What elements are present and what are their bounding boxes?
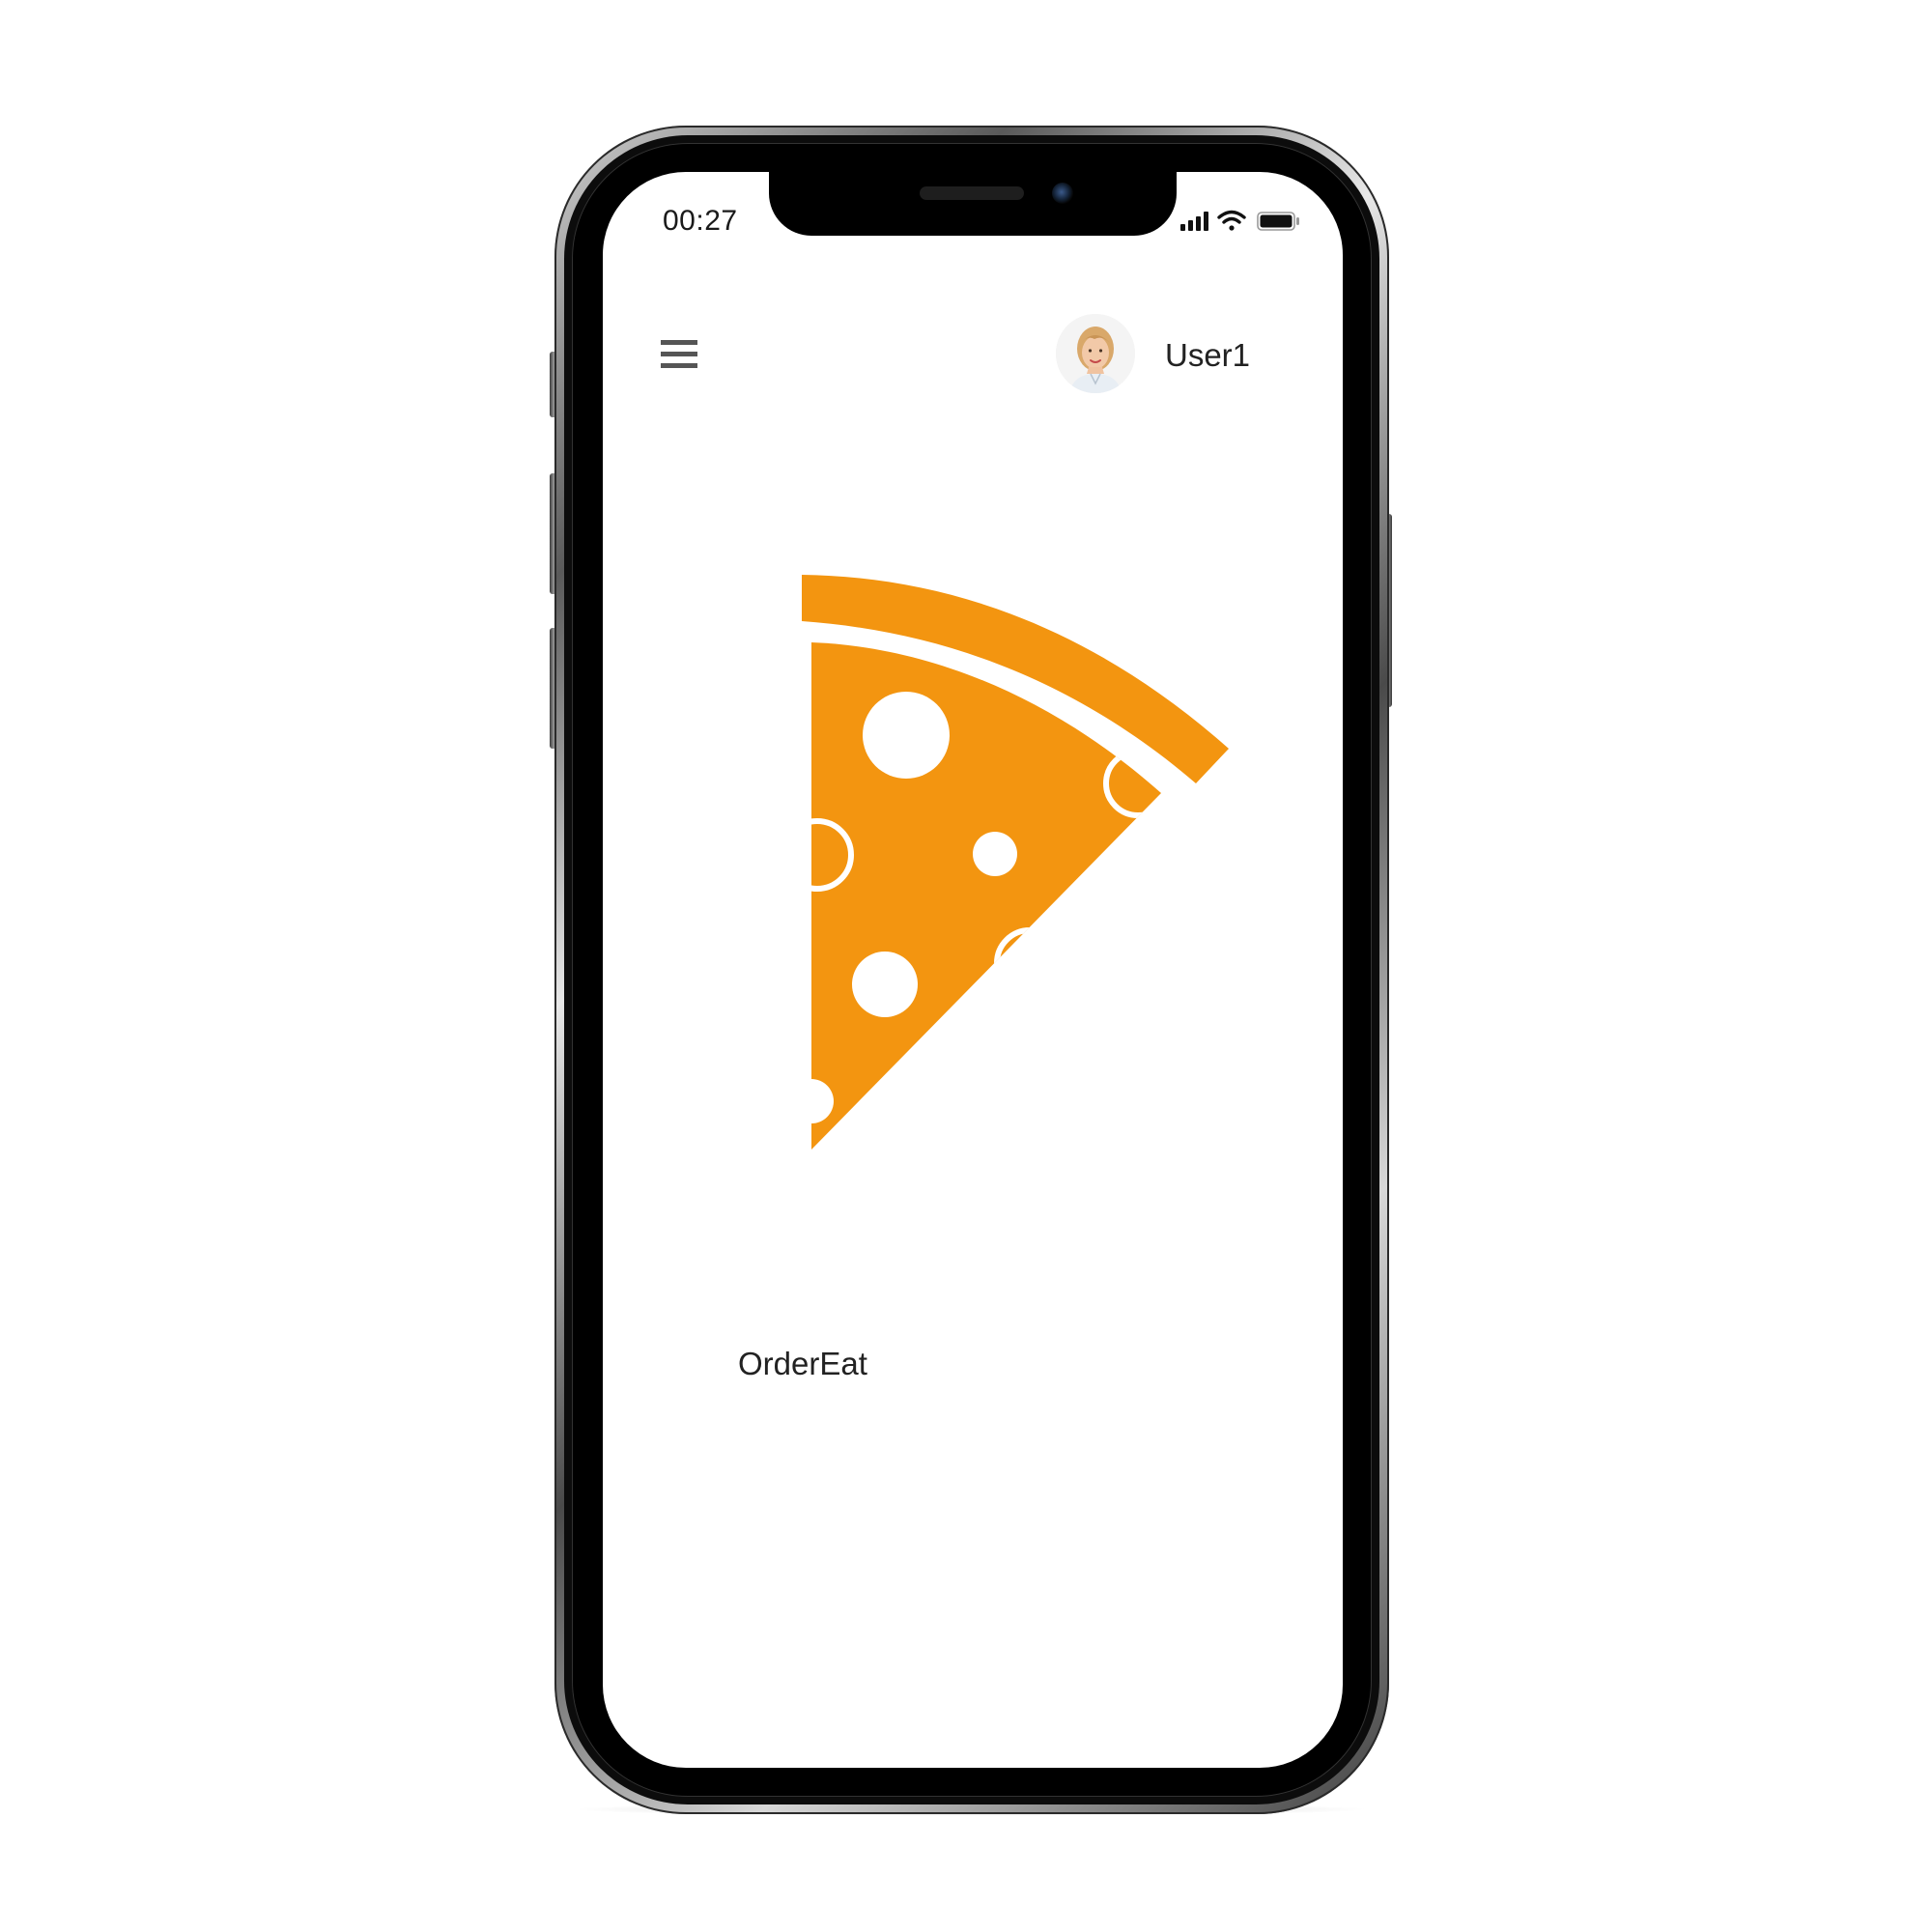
front-camera-icon <box>1052 183 1073 204</box>
user-avatar[interactable] <box>1056 314 1135 393</box>
pizza-slice-icon <box>802 575 1246 1154</box>
status-icons <box>1180 207 1316 236</box>
hamburger-menu-icon[interactable] <box>661 338 699 371</box>
earpiece-speaker <box>920 186 1024 200</box>
status-time: 00:27 <box>663 205 738 237</box>
signal-icon <box>1180 212 1208 231</box>
wifi-icon <box>1217 210 1246 231</box>
phone-notch <box>769 164 1177 236</box>
battery-icon <box>1257 212 1299 231</box>
username-label[interactable]: User1 <box>1165 337 1250 374</box>
page: 00:27 User1 OrderEat <box>0 0 1932 1932</box>
brand-name: OrderEat <box>738 1346 867 1381</box>
